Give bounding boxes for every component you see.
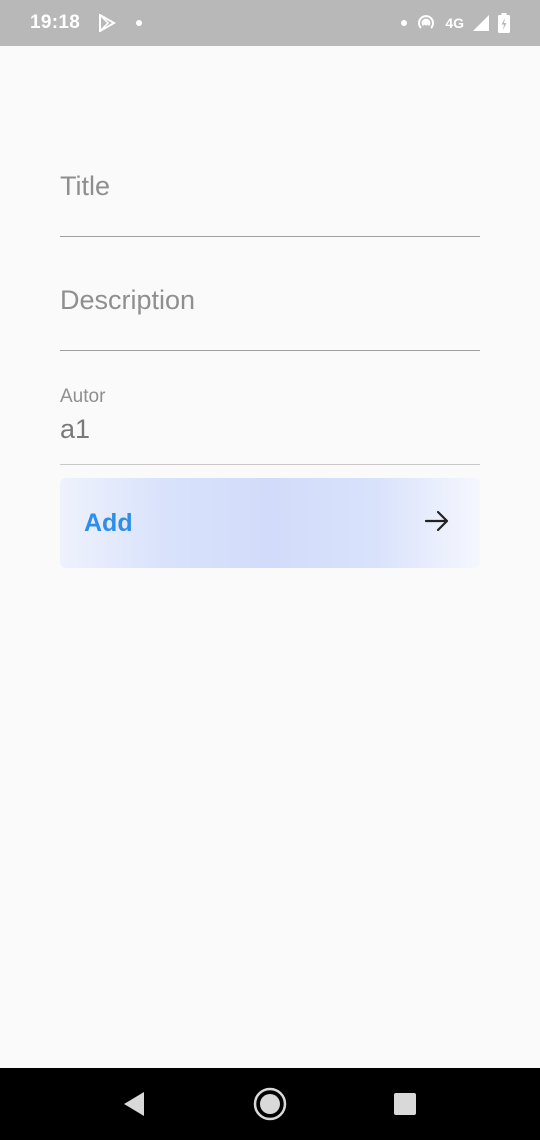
status-time: 19:18 xyxy=(30,12,81,33)
notification-dot-icon xyxy=(136,20,143,26)
home-icon[interactable] xyxy=(252,1086,288,1122)
hotspot-icon xyxy=(415,13,437,33)
arrow-right-icon xyxy=(424,510,450,537)
status-left-icons xyxy=(98,14,143,32)
description-field[interactable]: Description xyxy=(60,275,480,351)
autor-field[interactable]: Autor a1 xyxy=(60,380,480,465)
signal-icon xyxy=(472,14,490,32)
battery-charging-icon xyxy=(498,13,510,33)
back-icon[interactable] xyxy=(116,1086,152,1122)
add-button-label: Add xyxy=(84,508,133,537)
play-store-icon xyxy=(98,14,117,32)
description-placeholder: Description xyxy=(60,285,196,315)
recents-icon[interactable] xyxy=(387,1086,423,1122)
notification-dot-icon xyxy=(401,20,408,26)
autor-value: a1 xyxy=(60,414,91,444)
title-field[interactable]: Title xyxy=(60,161,480,237)
autor-label: Autor xyxy=(60,386,106,407)
status-right-icons: 4G xyxy=(401,13,510,33)
title-placeholder: Title xyxy=(60,171,111,201)
add-button[interactable]: Add xyxy=(60,478,480,568)
status-bar: 19:18 4G xyxy=(0,0,540,46)
navigation-bar xyxy=(0,1068,540,1140)
screen: 19:18 4G Title Description Autor a1 Add xyxy=(0,0,540,1140)
network-type: 4G xyxy=(445,15,464,31)
